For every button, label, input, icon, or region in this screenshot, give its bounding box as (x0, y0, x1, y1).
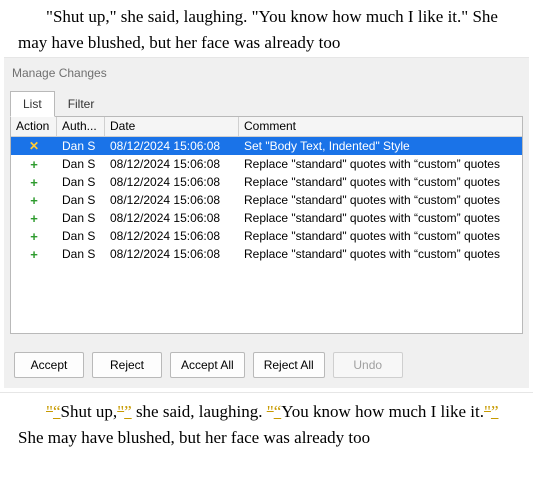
author-cell: Dan S (57, 247, 105, 261)
document-text-after: "“Shut up,"” she said, laughing. "“You k… (0, 392, 533, 452)
author-cell: Dan S (57, 193, 105, 207)
action-cell: + (11, 158, 57, 170)
grid-body: ✕Dan S08/12/2024 15:06:08Set "Body Text,… (11, 137, 522, 263)
text-run: she said, laughing. (132, 402, 267, 421)
manage-changes-panel: Manage Changes List Filter Action Auth..… (4, 57, 529, 388)
accept-all-button[interactable]: Accept All (170, 352, 245, 378)
panel-title: Manage Changes (4, 58, 529, 90)
text-run: You know how much I like it. (281, 402, 484, 421)
comment-cell: Set "Body Text, Indented" Style (239, 139, 522, 153)
table-row[interactable]: + Dan S08/12/2024 15:06:08Replace "standa… (11, 191, 522, 209)
button-row: Accept Reject Accept All Reject All Undo (4, 334, 529, 378)
author-cell: Dan S (57, 139, 105, 153)
action-cell: + (11, 194, 57, 206)
author-cell: Dan S (57, 211, 105, 225)
action-cell: ✕ (11, 140, 57, 152)
table-row[interactable]: + Dan S08/12/2024 15:06:08Replace "standa… (11, 173, 522, 191)
tab-list[interactable]: List (10, 91, 55, 117)
date-cell: 08/12/2024 15:06:08 (105, 139, 239, 153)
insert-icon: + (28, 176, 40, 188)
date-cell: 08/12/2024 15:06:08 (105, 175, 239, 189)
deletion-mark: " (484, 402, 491, 421)
action-cell: + (11, 176, 57, 188)
changes-grid: Action Auth... Date Comment ✕Dan S08/12/… (10, 116, 523, 334)
accept-button[interactable]: Accept (14, 352, 84, 378)
table-row[interactable]: + Dan S08/12/2024 15:06:08Replace "standa… (11, 245, 522, 263)
table-row[interactable]: + Dan S08/12/2024 15:06:08Replace "standa… (11, 155, 522, 173)
tab-filter[interactable]: Filter (55, 91, 108, 116)
date-cell: 08/12/2024 15:06:08 (105, 193, 239, 207)
action-cell: + (11, 212, 57, 224)
deletion-mark: " (46, 402, 53, 421)
action-cell: + (11, 248, 57, 260)
comment-cell: Replace "standard" quotes with “custom” … (239, 211, 522, 225)
insertion-mark: “ (53, 402, 61, 421)
comment-cell: Replace "standard" quotes with “custom” … (239, 247, 522, 261)
col-author[interactable]: Auth... (57, 117, 105, 136)
delete-icon: ✕ (28, 140, 40, 152)
grid-header: Action Auth... Date Comment (11, 117, 522, 137)
document-text-before: "Shut up," she said, laughing. "You know… (0, 0, 533, 57)
col-comment[interactable]: Comment (239, 117, 522, 136)
text-run: She may have blushed, but her face was a… (18, 428, 370, 447)
author-cell: Dan S (57, 175, 105, 189)
insert-icon: + (28, 248, 40, 260)
deletion-mark: " (267, 402, 274, 421)
text-run: Shut up, (61, 402, 118, 421)
insert-icon: + (28, 212, 40, 224)
comment-cell: Replace "standard" quotes with “custom” … (239, 193, 522, 207)
insert-icon: + (28, 158, 40, 170)
panel-tabs: List Filter (4, 90, 529, 116)
undo-button: Undo (333, 352, 403, 378)
insertion-mark: ” (124, 402, 132, 421)
insert-icon: + (28, 230, 40, 242)
reject-button[interactable]: Reject (92, 352, 162, 378)
comment-cell: Replace "standard" quotes with “custom” … (239, 157, 522, 171)
date-cell: 08/12/2024 15:06:08 (105, 229, 239, 243)
date-cell: 08/12/2024 15:06:08 (105, 211, 239, 225)
author-cell: Dan S (57, 229, 105, 243)
table-row[interactable]: + Dan S08/12/2024 15:06:08Replace "standa… (11, 227, 522, 245)
comment-cell: Replace "standard" quotes with “custom” … (239, 229, 522, 243)
table-row[interactable]: ✕ Dan S08/12/2024 15:06:08Set "Body Text,… (11, 137, 522, 155)
action-cell: + (11, 230, 57, 242)
author-cell: Dan S (57, 157, 105, 171)
reject-all-button[interactable]: Reject All (253, 352, 325, 378)
insertion-mark: ” (491, 402, 499, 421)
comment-cell: Replace "standard" quotes with “custom” … (239, 175, 522, 189)
date-cell: 08/12/2024 15:06:08 (105, 247, 239, 261)
table-row[interactable]: + Dan S08/12/2024 15:06:08Replace "standa… (11, 209, 522, 227)
col-date[interactable]: Date (105, 117, 239, 136)
date-cell: 08/12/2024 15:06:08 (105, 157, 239, 171)
col-action[interactable]: Action (11, 117, 57, 136)
insert-icon: + (28, 194, 40, 206)
